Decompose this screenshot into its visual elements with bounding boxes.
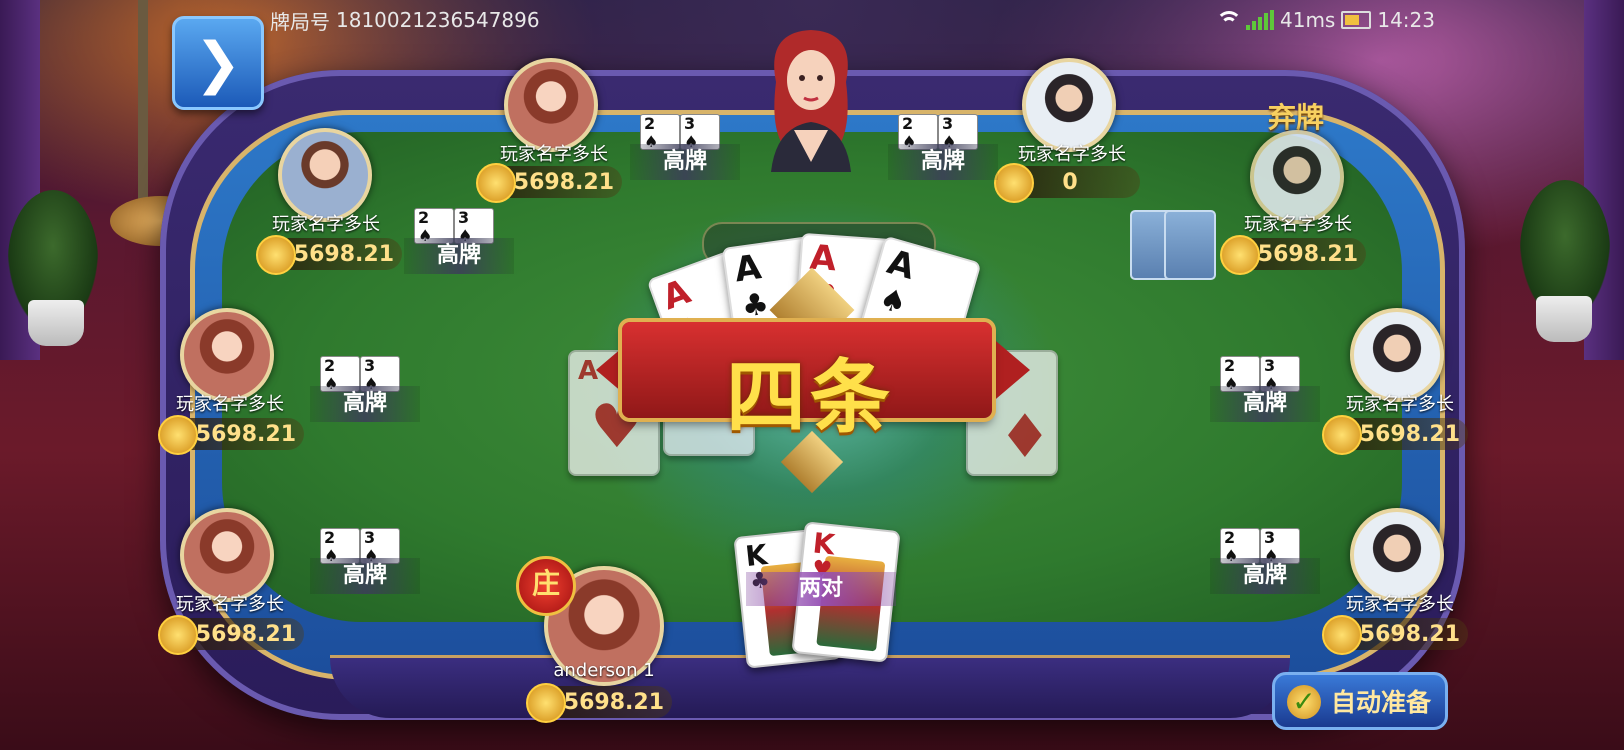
pot-left: [28, 300, 84, 346]
avatar[interactable]: [504, 58, 598, 152]
chip-balance: 5698.21: [1322, 615, 1468, 655]
avatar[interactable]: [180, 508, 274, 602]
banner-ribbon-right: [990, 336, 1030, 404]
coin-icon: [1220, 235, 1260, 275]
dealer-badge: 庄: [516, 556, 576, 616]
table-front-edge: [330, 655, 1290, 718]
player-name: 玩家名字多长: [176, 394, 284, 415]
chevron-right-icon: ❯: [194, 30, 242, 96]
menu-expand-button[interactable]: ❯: [172, 16, 264, 110]
avatar[interactable]: [1350, 508, 1444, 602]
player-name: 玩家名字多长: [1346, 394, 1454, 415]
coin-icon: [1322, 415, 1362, 455]
player-hand: 2 ♠ 3 ♠ 高牌: [310, 356, 420, 426]
coin-icon: [256, 235, 296, 275]
coin-icon: [526, 683, 566, 723]
player-name: 玩家名字多长: [272, 214, 380, 235]
avatar[interactable]: [278, 128, 372, 222]
check-icon: ✓: [1287, 685, 1321, 719]
avatar[interactable]: [1350, 308, 1444, 402]
coin-icon: [158, 615, 198, 655]
player-hand: 2 ♠ 3 ♠ 高牌: [1210, 528, 1320, 598]
chip-balance: 0: [994, 163, 1140, 203]
hand-rank-label: 高牌: [310, 558, 420, 594]
signal-icon: [1246, 10, 1274, 30]
player-name: 玩家名字多长: [176, 594, 284, 615]
battery-icon: [1341, 11, 1372, 29]
latency: 41ms: [1280, 8, 1336, 32]
chip-balance: 5698.21: [158, 415, 304, 455]
chip-balance: 5698.21: [256, 235, 402, 275]
hand-rank-label: 高牌: [888, 144, 998, 180]
player-name: 玩家名字多长: [1346, 594, 1454, 615]
folded-card: [1164, 210, 1216, 280]
wifi-icon: [1216, 11, 1242, 29]
hand-rank-label: 高牌: [404, 238, 514, 274]
player-hand: 2 ♠ 3 ♠ 高牌: [310, 528, 420, 598]
game-id: 1810021236547896: [336, 8, 540, 32]
chip-balance: 5698.21: [1322, 415, 1468, 455]
game-id-bar: 牌局号 1810021236547896: [270, 6, 540, 34]
player-name: 玩家名字多长: [1244, 214, 1352, 235]
coin-icon: [158, 415, 198, 455]
hand-rank-label: 高牌: [1210, 558, 1320, 594]
player-hand: 2 ♠ 3 ♠ 高牌: [1210, 356, 1320, 426]
hand-rank-label: 高牌: [630, 144, 740, 180]
player-name: 玩家名字多长: [500, 144, 608, 165]
chip-balance: 5698.21: [158, 615, 304, 655]
hand-rank-label: 高牌: [310, 386, 420, 422]
avatar[interactable]: [180, 308, 274, 402]
self-name: anderson 1: [553, 660, 655, 681]
player-hand: 2 ♠ 3 ♠ 高牌: [630, 114, 740, 184]
result-title: 四条: [726, 351, 894, 444]
player-name: 玩家名字多长: [1018, 144, 1126, 165]
self-chip-balance: 5698.21: [526, 683, 672, 723]
chip-balance: 5698.21: [476, 163, 622, 203]
player-hand: 2 ♠ 3 ♠ 高牌: [404, 208, 514, 278]
player-hand: 2 ♠ 3 ♠ 高牌: [888, 114, 998, 184]
device-status: 41ms 14:23: [1216, 6, 1435, 34]
avatar[interactable]: [1022, 58, 1116, 152]
self-hand-rank: 两对: [746, 572, 896, 606]
pot-right: [1536, 296, 1592, 342]
hand-rank-label: 高牌: [1210, 386, 1320, 422]
lamp-pole: [138, 0, 148, 210]
coin-icon: [994, 163, 1034, 203]
dealer-character: [771, 30, 851, 172]
auto-ready-label: 自动准备: [1330, 688, 1431, 717]
auto-ready-button[interactable]: ✓ 自动准备: [1272, 672, 1448, 730]
game-id-label: 牌局号: [270, 9, 330, 34]
clock: 14:23: [1377, 8, 1435, 32]
chip-balance: 5698.21: [1220, 235, 1366, 275]
coin-icon: [1322, 615, 1362, 655]
coin-icon: [476, 163, 516, 203]
